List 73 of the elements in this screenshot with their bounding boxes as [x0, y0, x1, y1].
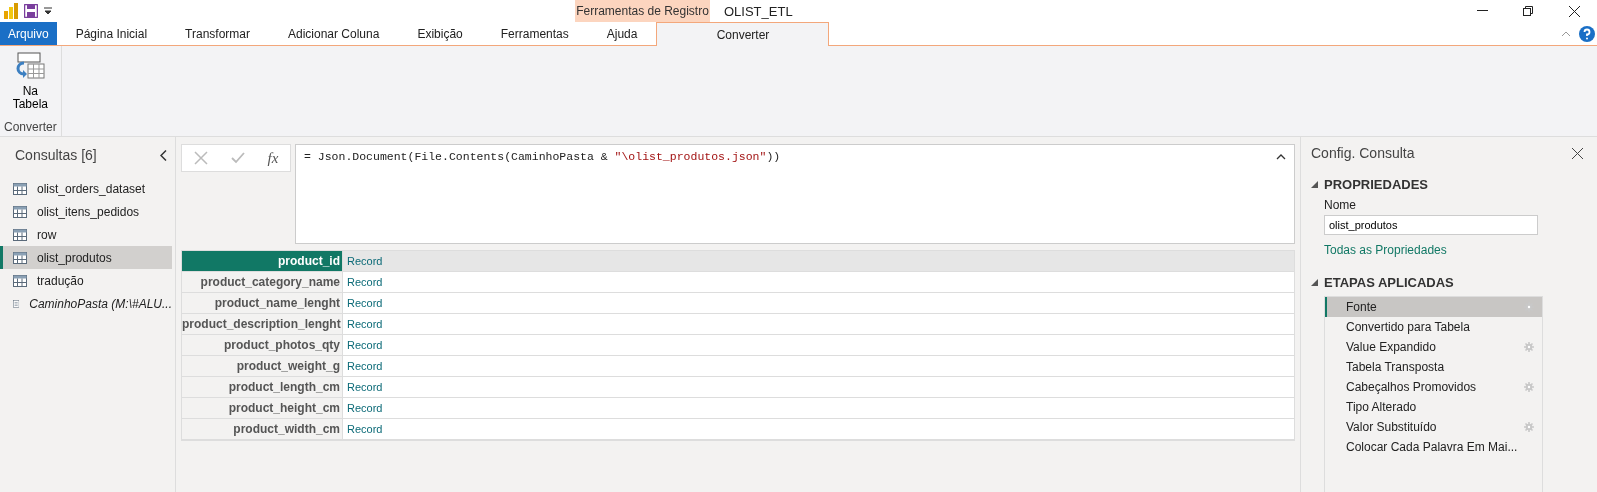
field-name-cell[interactable]: product_name_lenght [182, 293, 343, 314]
field-name-cell[interactable]: product_photos_qty [182, 335, 343, 356]
query-item[interactable]: row [0, 223, 172, 246]
collapse-triangle-icon[interactable] [1311, 181, 1318, 188]
field-name-cell[interactable]: product_length_cm [182, 377, 343, 398]
queries-title: Consultas [6] [15, 147, 97, 163]
applied-step[interactable]: Valor Substituído [1325, 417, 1542, 437]
ribbon-tab[interactable]: Exibição [398, 22, 482, 45]
applied-step[interactable]: Cabeçalhos Promovidos [1325, 377, 1542, 397]
collapse-ribbon-icon[interactable] [1561, 30, 1571, 37]
field-name-cell[interactable]: product_description_lenght [182, 314, 343, 335]
window-title: OLIST_ETL [724, 3, 793, 19]
collapse-triangle-icon[interactable] [1311, 279, 1318, 286]
table-icon [13, 182, 27, 195]
query-item[interactable]: tradução [0, 269, 172, 292]
field-label: Nome [1323, 198, 1357, 212]
settings-title: Config. Consulta [1311, 145, 1415, 161]
query-item[interactable]: olist_orders_dataset [0, 177, 172, 200]
record-link[interactable]: Record [343, 293, 1294, 314]
applied-step[interactable]: Colocar Cada Palavra Em Mai... [1325, 437, 1542, 457]
ribbon-tab[interactable]: Adicionar Coluna [269, 22, 399, 45]
applied-step[interactable]: Tipo Alterado [1325, 397, 1542, 417]
field-name-cell[interactable]: product_id [182, 251, 343, 272]
ribbon-tab[interactable]: Converter [656, 22, 830, 46]
query-item[interactable]: olist_itens_pedidos [0, 200, 172, 223]
close-icon[interactable] [1572, 147, 1583, 159]
context-group-title: Ferramentas de Registro [575, 0, 710, 22]
to-table-button[interactable]: Na Tabela [10, 50, 51, 113]
close-icon[interactable] [1568, 5, 1580, 17]
minimize-icon[interactable] [1476, 10, 1488, 12]
table-icon [13, 251, 27, 264]
record-link[interactable]: Record [343, 272, 1294, 293]
help-icon[interactable] [1579, 25, 1595, 42]
applied-step[interactable]: Fonte [1325, 297, 1542, 317]
check-icon[interactable] [230, 152, 245, 164]
record-link[interactable]: Record [343, 356, 1294, 377]
field-name-cell[interactable]: product_category_name [182, 272, 343, 293]
section-heading: ETAPAS APLICADAS [1324, 275, 1454, 290]
ribbon-group-label: Converter [4, 120, 57, 134]
table-convert-icon [14, 52, 47, 82]
record-link[interactable]: Record [343, 251, 1294, 272]
collapse-panel-icon[interactable] [160, 149, 167, 161]
applied-step[interactable]: Convertido para Tabela [1325, 317, 1542, 337]
record-link[interactable]: Record [343, 419, 1294, 440]
table-icon [13, 228, 27, 241]
dropdown-icon[interactable] [44, 7, 52, 15]
ribbon-tab[interactable]: Ajuda [587, 22, 657, 45]
record-link[interactable]: Record [343, 335, 1294, 356]
ribbon-tab[interactable]: Ferramentas [481, 22, 588, 45]
function-button[interactable]: fx [267, 149, 279, 167]
section-heading: PROPRIEDADES [1324, 177, 1429, 192]
field-name-cell[interactable]: product_width_cm [182, 419, 343, 440]
ribbon-tab[interactable]: Página Inicial [56, 22, 167, 45]
all-properties-link[interactable]: Todas as Propriedades [1324, 243, 1597, 257]
formula-field[interactable]: = Json.Document(File.Contents(CaminhoPasta & "\olist_produtos.json")) [295, 144, 1295, 244]
collapse-formula-icon[interactable] [1276, 154, 1286, 160]
save-icon[interactable] [24, 4, 38, 18]
ribbon-tab[interactable]: Transformar [166, 22, 269, 45]
applied-step[interactable]: Tabela Transposta [1325, 357, 1542, 377]
record-link[interactable]: Record [343, 314, 1294, 335]
field-name-cell[interactable]: product_weight_g [182, 356, 343, 377]
restore-icon[interactable] [1523, 6, 1533, 16]
field-name-cell[interactable]: product_height_cm [182, 398, 343, 419]
record-link[interactable]: Record [343, 398, 1294, 419]
app-logo [4, 3, 18, 19]
query-item[interactable]: CaminhoPasta (M:\#ALU... [0, 292, 172, 315]
applied-step[interactable]: Value Expandido [1325, 337, 1542, 357]
file-tab[interactable]: Arquivo [0, 22, 57, 45]
record-link[interactable]: Record [343, 377, 1294, 398]
query-item[interactable]: olist_produtos [0, 246, 172, 269]
table-icon [13, 205, 27, 218]
name-field[interactable]: olist_produtos [1324, 215, 1538, 235]
table-icon [13, 274, 27, 287]
